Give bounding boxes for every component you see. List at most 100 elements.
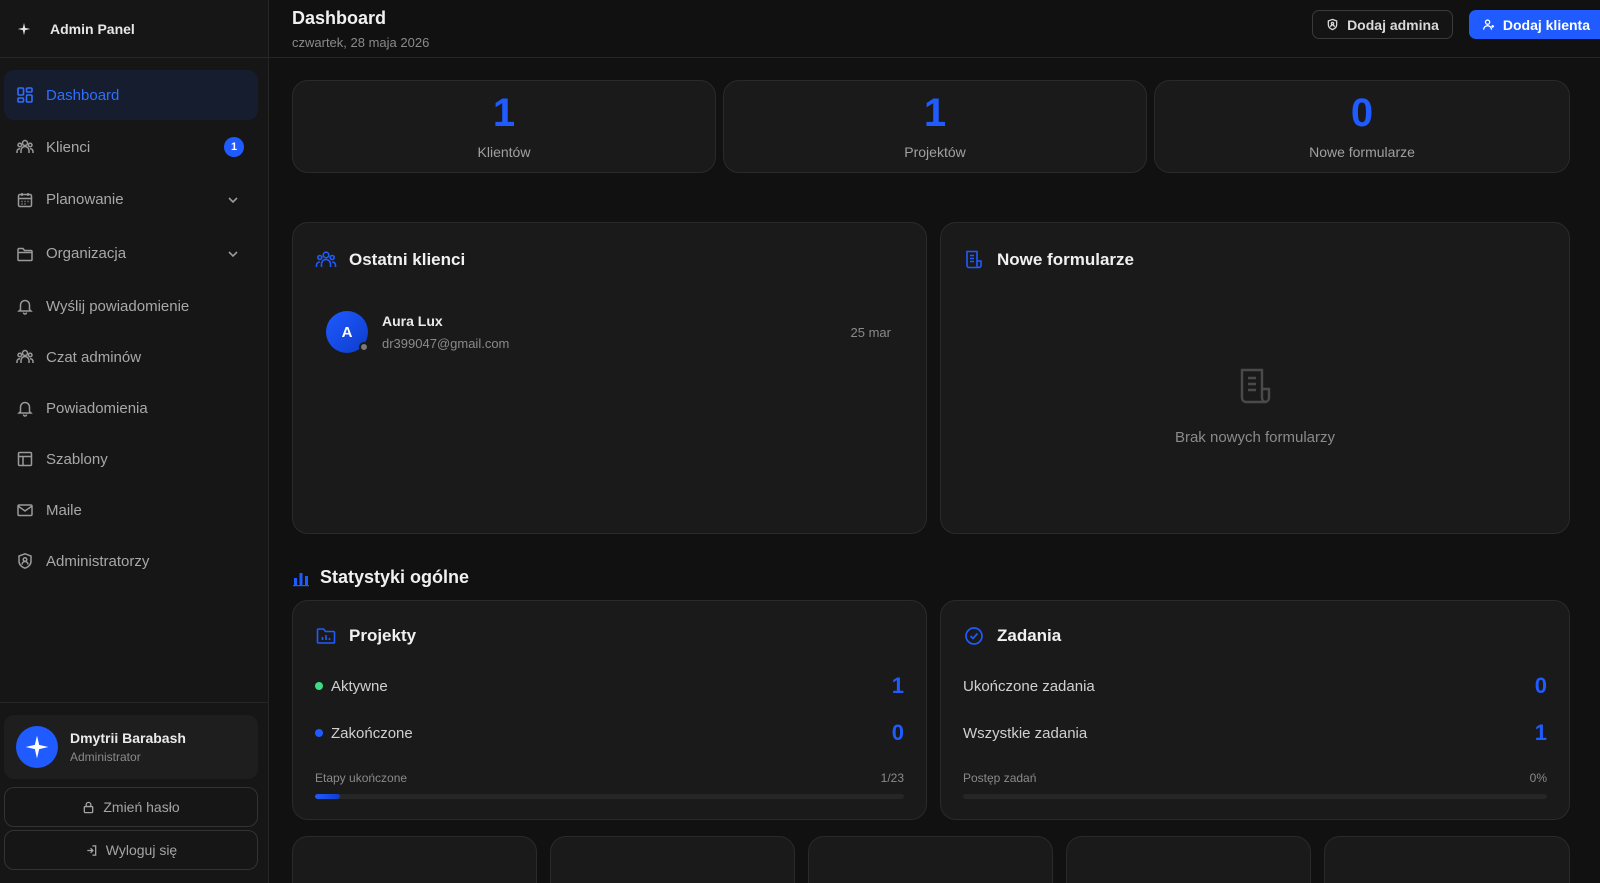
dashboard-icon [16,86,34,104]
stat-card-new-forms: 0 Nowe formularze [1154,80,1570,173]
sidebar-item-label: Planowanie [46,191,124,208]
avatar: A [326,311,369,353]
logout-button[interactable]: Wyloguj się [4,830,258,870]
progress-fill [315,794,341,799]
stat-label: Klientów [477,144,531,160]
bottom-card [292,836,537,883]
sidebar-item-szablony[interactable]: Szablony [4,435,258,483]
progress-value: 1/23 [880,771,904,785]
projects-panel: Projekty Aktywne 1 Zakończone 0 Etapy uk… [292,600,927,820]
stat-label: Projektów [904,144,966,160]
page-title: Dashboard [292,7,387,28]
clients-count-badge: 1 [224,137,244,157]
stat-value: 0 [1350,91,1374,135]
topbar: Dashboard czwartek, 28 maja 2026 Dodaj a… [269,0,1600,58]
sidebar-item-wyslij-powiadomienie[interactable]: Wyślij powiadomienie [4,282,258,330]
tasks-all-label: Wszystkie zadania [963,724,1088,742]
recent-clients-panel: Ostatni klienci A Aura Lux dr399047@gmai… [292,222,927,534]
brand[interactable]: Admin Panel [0,0,268,58]
tasks-panel: Zadania Ukończone zadania 0 Wszystkie za… [940,600,1570,820]
stat-card-clients: 1 Klientów [292,80,716,173]
status-dot [315,729,323,737]
tasks-title: Zadania [963,625,1061,647]
general-stats-title: Statystyki ogólne [292,567,469,588]
bottom-card [1066,836,1311,883]
change-password-button[interactable]: Zmień hasło [4,787,258,827]
tasks-progress-row: Postęp zadań 0% [963,771,1547,785]
chevron-down-icon[interactable] [226,247,240,261]
stat-value: 1 [923,91,947,135]
tasks-completed-value: 0 [1534,673,1547,698]
user-plus-icon [1482,19,1494,30]
projects-done-value: 0 [891,720,904,745]
sidebar-item-label: Czat adminów [46,348,142,366]
document-icon [1240,368,1271,404]
sidebar-nav: Dashboard Klienci 1 Planowanie Organizac… [0,58,268,702]
sidebar-item-label: Administratorzy [46,552,150,570]
sidebar-item-label: Wyślij powiadomienie [46,297,190,315]
layout-icon [16,450,34,468]
logout-label: Wyloguj się [105,842,178,858]
tasks-completed-row: Ukończone zadania 0 [963,673,1547,699]
lock-icon [84,801,94,813]
logout-icon [87,844,97,856]
tasks-all-value: 1 [1534,720,1547,745]
check-circle-icon [965,627,983,645]
sidebar-item-powiadomienia[interactable]: Powiadomienia [4,384,258,432]
mail-icon [16,501,34,519]
shield-user-icon [16,552,34,570]
client-date: 25 mar [850,324,891,340]
user-name: Dmytrii Barabash [70,730,186,746]
sidebar-item-label: Organizacja [46,245,127,262]
change-password-label: Zmień hasło [103,799,180,815]
add-client-button[interactable]: Dodaj klienta [1468,10,1600,39]
sidebar-item-organizacja[interactable]: Organizacja [4,228,258,279]
bottom-card [808,836,1053,883]
progress-label: Postęp zadań [963,771,1037,785]
projects-active-row: Aktywne 1 [315,673,904,699]
add-client-label: Dodaj klienta [1502,16,1590,33]
users-icon [16,138,34,156]
stat-card-projects: 1 Projektów [723,80,1147,173]
user-role: Administrator [70,750,141,764]
app-root: Admin Panel Dashboard Klienci 1 Planowan… [0,0,1600,883]
sidebar-item-maile[interactable]: Maile [4,486,258,534]
bar-chart-icon [293,572,309,586]
client-name: Aura Lux [382,313,443,329]
progress-label: Etapy ukończone [315,771,408,785]
projects-active-value: 1 [891,673,904,698]
document-icon [966,250,982,269]
chevron-down-icon[interactable] [226,193,240,207]
users-icon [315,251,337,267]
projects-done-row: Zakończone 0 [315,720,904,746]
user-card[interactable]: Dmytrii Barabash Administrator [4,715,258,779]
new-forms-panel: Nowe formularze Brak nowych formularzy [940,222,1570,534]
projects-active-label: Aktywne [331,677,388,695]
add-admin-label: Dodaj admina [1347,16,1439,33]
sidebar-item-administratorzy[interactable]: Administratorzy [4,537,258,585]
new-forms-title: Nowe formularze [963,249,1134,271]
tasks-completed-label: Ukończone zadania [963,677,1095,695]
list-item[interactable]: A Aura Lux dr399047@gmail.com 25 mar [326,310,891,354]
users-icon [16,348,34,366]
status-dot [359,342,369,352]
folder-icon [16,245,34,263]
bell-icon [16,399,34,417]
sidebar-item-label: Klienci [46,138,91,156]
sidebar-item-klienci[interactable]: Klienci 1 [4,123,258,171]
main-content: Dashboard czwartek, 28 maja 2026 Dodaj a… [269,0,1600,883]
add-admin-button[interactable]: Dodaj admina [1312,10,1453,39]
tasks-all-row: Wszystkie zadania 1 [963,720,1547,746]
sparkle-logo-icon [25,735,49,759]
sidebar-item-planowanie[interactable]: Planowanie [4,174,258,225]
sidebar-item-czat-adminow[interactable]: Czat adminów [4,333,258,381]
tasks-progress-bar [963,794,1547,799]
sidebar-item-label: Dashboard [46,86,120,104]
sidebar-item-dashboard[interactable]: Dashboard [4,70,258,120]
bell-icon [16,297,34,315]
projects-title: Projekty [315,625,416,647]
page-date: czwartek, 28 maja 2026 [292,34,430,50]
calendar-icon [16,191,34,209]
sidebar-item-label: Maile [46,501,82,519]
client-email: dr399047@gmail.com [382,336,510,351]
